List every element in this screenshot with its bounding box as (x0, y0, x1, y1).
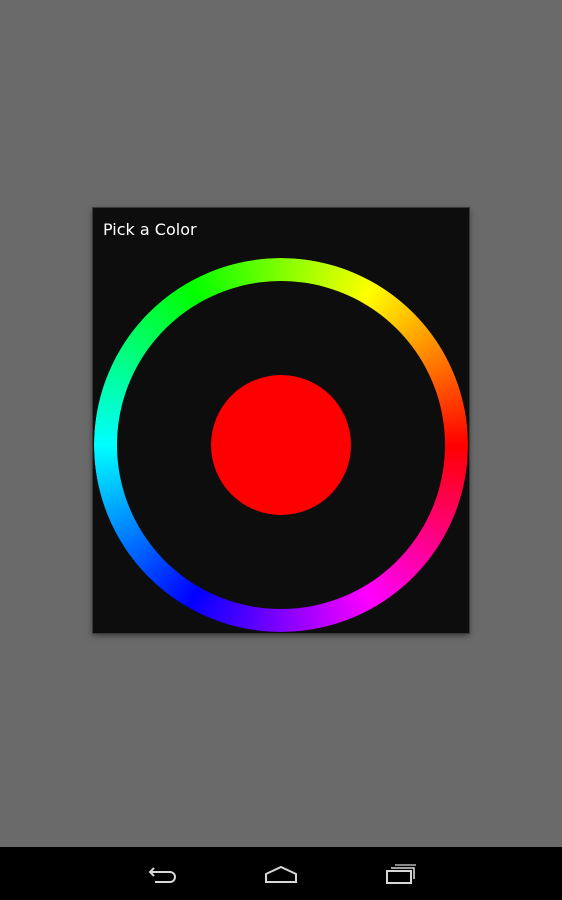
recents-button[interactable] (381, 857, 421, 891)
navigation-bar (0, 847, 562, 900)
color-picker-dialog: Pick a Color (93, 208, 469, 633)
home-icon (265, 865, 297, 883)
color-wheel[interactable] (94, 258, 468, 632)
dialog-title: Pick a Color (103, 220, 197, 239)
selected-color-swatch[interactable] (211, 375, 351, 515)
recents-icon (386, 864, 416, 884)
back-icon (148, 867, 176, 883)
back-button[interactable] (142, 857, 182, 891)
home-button[interactable] (261, 857, 301, 891)
screen: Pick a Color (0, 0, 562, 900)
